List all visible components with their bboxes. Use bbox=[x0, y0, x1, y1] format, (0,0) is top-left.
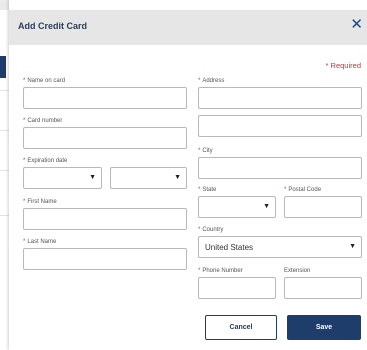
city-label: * City bbox=[198, 148, 213, 154]
chevron-down-icon: ▼ bbox=[89, 174, 96, 181]
dialog-header: Add Credit Card ✕ bbox=[9, 10, 367, 45]
chevron-down-icon: ▼ bbox=[349, 243, 356, 250]
name-on-card-input[interactable] bbox=[23, 87, 187, 109]
expiration-year-select[interactable]: ▼ bbox=[110, 167, 187, 189]
chevron-down-icon: ▼ bbox=[174, 174, 181, 181]
add-credit-card-dialog: Add Credit Card ✕ * Required * Name on ca… bbox=[9, 0, 367, 350]
dialog-title: Add Credit Card bbox=[18, 21, 88, 31]
city-input[interactable] bbox=[198, 157, 362, 179]
save-button[interactable]: Save bbox=[287, 315, 361, 340]
phone-number-input[interactable] bbox=[198, 277, 276, 299]
country-label: * Country bbox=[198, 227, 224, 233]
expiration-month-select[interactable]: ▼ bbox=[23, 167, 102, 189]
background-divider bbox=[0, 170, 9, 171]
background-divider bbox=[0, 130, 9, 131]
last-name-label: * Last Name bbox=[23, 239, 57, 245]
background-divider bbox=[0, 90, 9, 91]
country-selected-value: United States bbox=[205, 243, 254, 252]
address-line2-input[interactable] bbox=[198, 115, 362, 137]
extension-label: Extension bbox=[284, 268, 311, 274]
first-name-label: * First Name bbox=[23, 199, 57, 205]
cancel-button[interactable]: Cancel bbox=[205, 315, 277, 340]
required-note: * Required bbox=[325, 61, 361, 70]
expiration-date-label: * Expiration date bbox=[23, 158, 68, 164]
card-number-label: * Card number bbox=[23, 118, 63, 124]
address-line1-input[interactable] bbox=[198, 87, 362, 109]
address-label: * Address bbox=[198, 78, 225, 84]
background-page-accent bbox=[0, 56, 6, 78]
name-on-card-label: * Name on card bbox=[23, 78, 66, 84]
state-select[interactable]: ▼ bbox=[198, 196, 276, 218]
first-name-input[interactable] bbox=[23, 208, 187, 230]
background-divider bbox=[0, 215, 9, 216]
extension-input[interactable] bbox=[284, 277, 362, 299]
last-name-input[interactable] bbox=[23, 248, 187, 270]
country-select[interactable]: United States ▼ bbox=[198, 236, 362, 258]
card-number-input[interactable] bbox=[23, 127, 187, 149]
state-label: * State bbox=[198, 187, 217, 193]
chevron-down-icon: ▼ bbox=[263, 203, 270, 210]
postal-code-label: * Postal Code bbox=[284, 187, 322, 193]
postal-code-input[interactable] bbox=[284, 196, 362, 218]
close-icon[interactable]: ✕ bbox=[350, 17, 363, 32]
phone-number-label: * Phone Number bbox=[198, 268, 243, 274]
